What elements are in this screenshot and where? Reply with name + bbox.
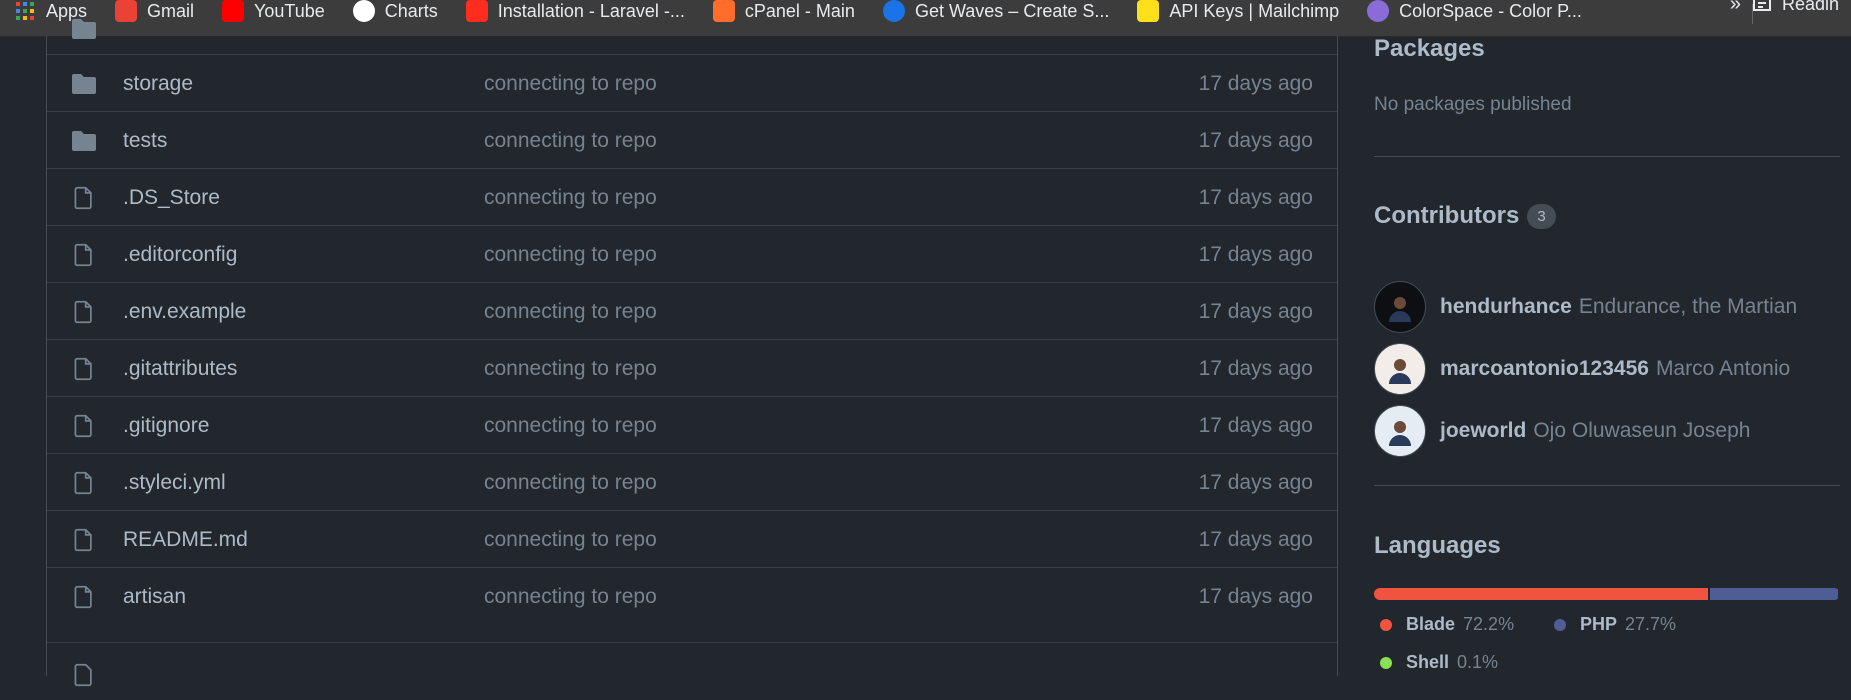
file-browser: storageconnecting to repo17 days agotest… xyxy=(46,36,1338,676)
file-name-link[interactable]: .gitignore xyxy=(123,414,209,438)
contributor-item[interactable]: marcoantonio123456 Marco Antonio xyxy=(1374,343,1790,395)
commit-age: 17 days ago xyxy=(1199,585,1313,609)
table-row[interactable]: .DS_Store connecting to repo 17 days ago xyxy=(47,168,1337,226)
file-name-link[interactable]: .editorconfig xyxy=(123,243,237,267)
commit-message-link[interactable]: connecting to repo xyxy=(484,414,657,438)
reading-list-button[interactable]: Readin xyxy=(1740,0,1851,22)
contributors-count-badge: 3 xyxy=(1527,204,1555,229)
table-row[interactable]: .gitattributes connecting to repo 17 days … xyxy=(47,339,1337,397)
commit-age: 17 days ago xyxy=(1199,471,1313,495)
folder-icon xyxy=(71,129,97,153)
contributor-name: Ojo Oluwaseun Joseph xyxy=(1533,419,1750,443)
commit-message-link[interactable]: connecting to repo xyxy=(484,72,657,96)
language-bar-segment xyxy=(1710,588,1840,600)
table-row[interactable]: .styleci.yml connecting to repo 17 days ag… xyxy=(47,453,1337,511)
commit-message-link[interactable]: connecting to repo xyxy=(484,300,657,324)
language-percent: 27.7% xyxy=(1625,614,1676,635)
commit-age: 17 days ago xyxy=(1199,357,1313,381)
file-name-link[interactable]: artisan xyxy=(123,585,186,609)
language-color-dot xyxy=(1554,619,1566,631)
planet-icon xyxy=(1367,0,1389,22)
avatar[interactable] xyxy=(1374,343,1426,395)
table-row[interactable]: artisan connecting to repo 17 days ago xyxy=(47,567,1337,625)
file-icon xyxy=(71,585,97,609)
bookmark-label: ColorSpace - Color P... xyxy=(1399,1,1582,22)
language-color-dot xyxy=(1380,619,1392,631)
languages-bar xyxy=(1374,588,1840,600)
language-percent: 0.1% xyxy=(1457,652,1498,673)
file-name-link[interactable]: .styleci.yml xyxy=(123,471,226,495)
file-name-link[interactable]: README.md xyxy=(123,528,248,552)
table-row-partial-bottom xyxy=(47,642,1337,700)
table-row[interactable]: .gitignore connecting to repo 17 days ago xyxy=(47,396,1337,454)
language-percent: 72.2% xyxy=(1463,614,1514,635)
contributor-name: Marco Antonio xyxy=(1656,357,1790,381)
language-item[interactable]: Shell 0.1% xyxy=(1380,652,1498,673)
file-name-link[interactable]: .gitattributes xyxy=(123,357,237,381)
packages-heading[interactable]: Packages xyxy=(1374,35,1485,63)
contributors-heading-label: Contributors xyxy=(1374,202,1519,229)
folder-icon xyxy=(71,72,97,96)
file-name-link[interactable]: storage xyxy=(123,72,193,96)
avatar[interactable] xyxy=(1374,281,1426,333)
table-row[interactable]: README.md connecting to repo 17 days ago xyxy=(47,510,1337,568)
commit-age: 17 days ago xyxy=(1199,414,1313,438)
commit-message-link[interactable]: connecting to repo xyxy=(484,528,657,552)
contributor-item[interactable]: joeworld Ojo Oluwaseun Joseph xyxy=(1374,405,1750,457)
languages-heading: Languages xyxy=(1374,532,1501,560)
avatar[interactable] xyxy=(1374,405,1426,457)
section-divider xyxy=(1374,156,1840,157)
commit-message-link[interactable]: connecting to repo xyxy=(484,585,657,609)
file-icon xyxy=(71,528,97,552)
folder-icon xyxy=(71,17,97,41)
commit-message-link[interactable]: connecting to repo xyxy=(484,129,657,153)
apps-grid-icon xyxy=(14,0,36,22)
language-name: Blade xyxy=(1406,614,1455,635)
commit-message-link[interactable]: connecting to repo xyxy=(484,357,657,381)
file-icon xyxy=(71,243,97,267)
commit-age: 17 days ago xyxy=(1199,243,1313,267)
commit-age: 17 days ago xyxy=(1199,528,1313,552)
table-row[interactable]: tests connecting to repo 17 days ago xyxy=(47,111,1337,169)
language-color-dot xyxy=(1380,657,1392,669)
commit-message-link[interactable]: connecting to repo xyxy=(484,243,657,267)
file-icon xyxy=(71,663,97,687)
file-icon xyxy=(71,300,97,324)
file-name-link[interactable]: .env.example xyxy=(123,300,246,324)
bookmark-item[interactable]: ColorSpace - Color P... xyxy=(1353,0,1596,29)
language-name: Shell xyxy=(1406,652,1449,673)
contributor-name: Endurance, the Martian xyxy=(1579,295,1797,319)
reading-list-label: Readin xyxy=(1782,0,1839,15)
language-bar-segment xyxy=(1374,588,1710,600)
table-row[interactable]: .env.example connecting to repo 17 days ag… xyxy=(47,282,1337,340)
commit-age: 17 days ago xyxy=(1199,129,1313,153)
file-name-link[interactable]: tests xyxy=(123,129,167,153)
language-item[interactable]: Blade 72.2% xyxy=(1380,614,1514,635)
file-icon xyxy=(71,414,97,438)
file-name-link[interactable]: .DS_Store xyxy=(123,186,220,210)
commit-age: 17 days ago xyxy=(1199,72,1313,96)
language-name: PHP xyxy=(1580,614,1617,635)
contributor-item[interactable]: hendurhance Endurance, the Martian xyxy=(1374,281,1797,333)
reading-list-icon xyxy=(1752,0,1772,17)
commit-message-link[interactable]: connecting to repo xyxy=(484,186,657,210)
table-row-partial-top xyxy=(47,0,1337,57)
file-icon xyxy=(71,357,97,381)
file-icon xyxy=(71,186,97,210)
contributors-heading[interactable]: Contributors 3 xyxy=(1374,202,1556,230)
commit-age: 17 days ago xyxy=(1199,186,1313,210)
language-item[interactable]: PHP 27.7% xyxy=(1554,614,1676,635)
table-row[interactable]: storage connecting to repo 17 days ago xyxy=(47,54,1337,112)
contributor-login[interactable]: hendurhance xyxy=(1440,295,1572,319)
packages-empty-text: No packages published xyxy=(1374,94,1572,116)
contributor-login[interactable]: marcoantonio123456 xyxy=(1440,357,1649,381)
file-icon xyxy=(71,471,97,495)
commit-age: 17 days ago xyxy=(1199,300,1313,324)
commit-message-link[interactable]: connecting to repo xyxy=(484,471,657,495)
section-divider xyxy=(1374,485,1840,486)
contributor-login[interactable]: joeworld xyxy=(1440,419,1526,443)
table-row[interactable]: .editorconfig connecting to repo 17 days a… xyxy=(47,225,1337,283)
